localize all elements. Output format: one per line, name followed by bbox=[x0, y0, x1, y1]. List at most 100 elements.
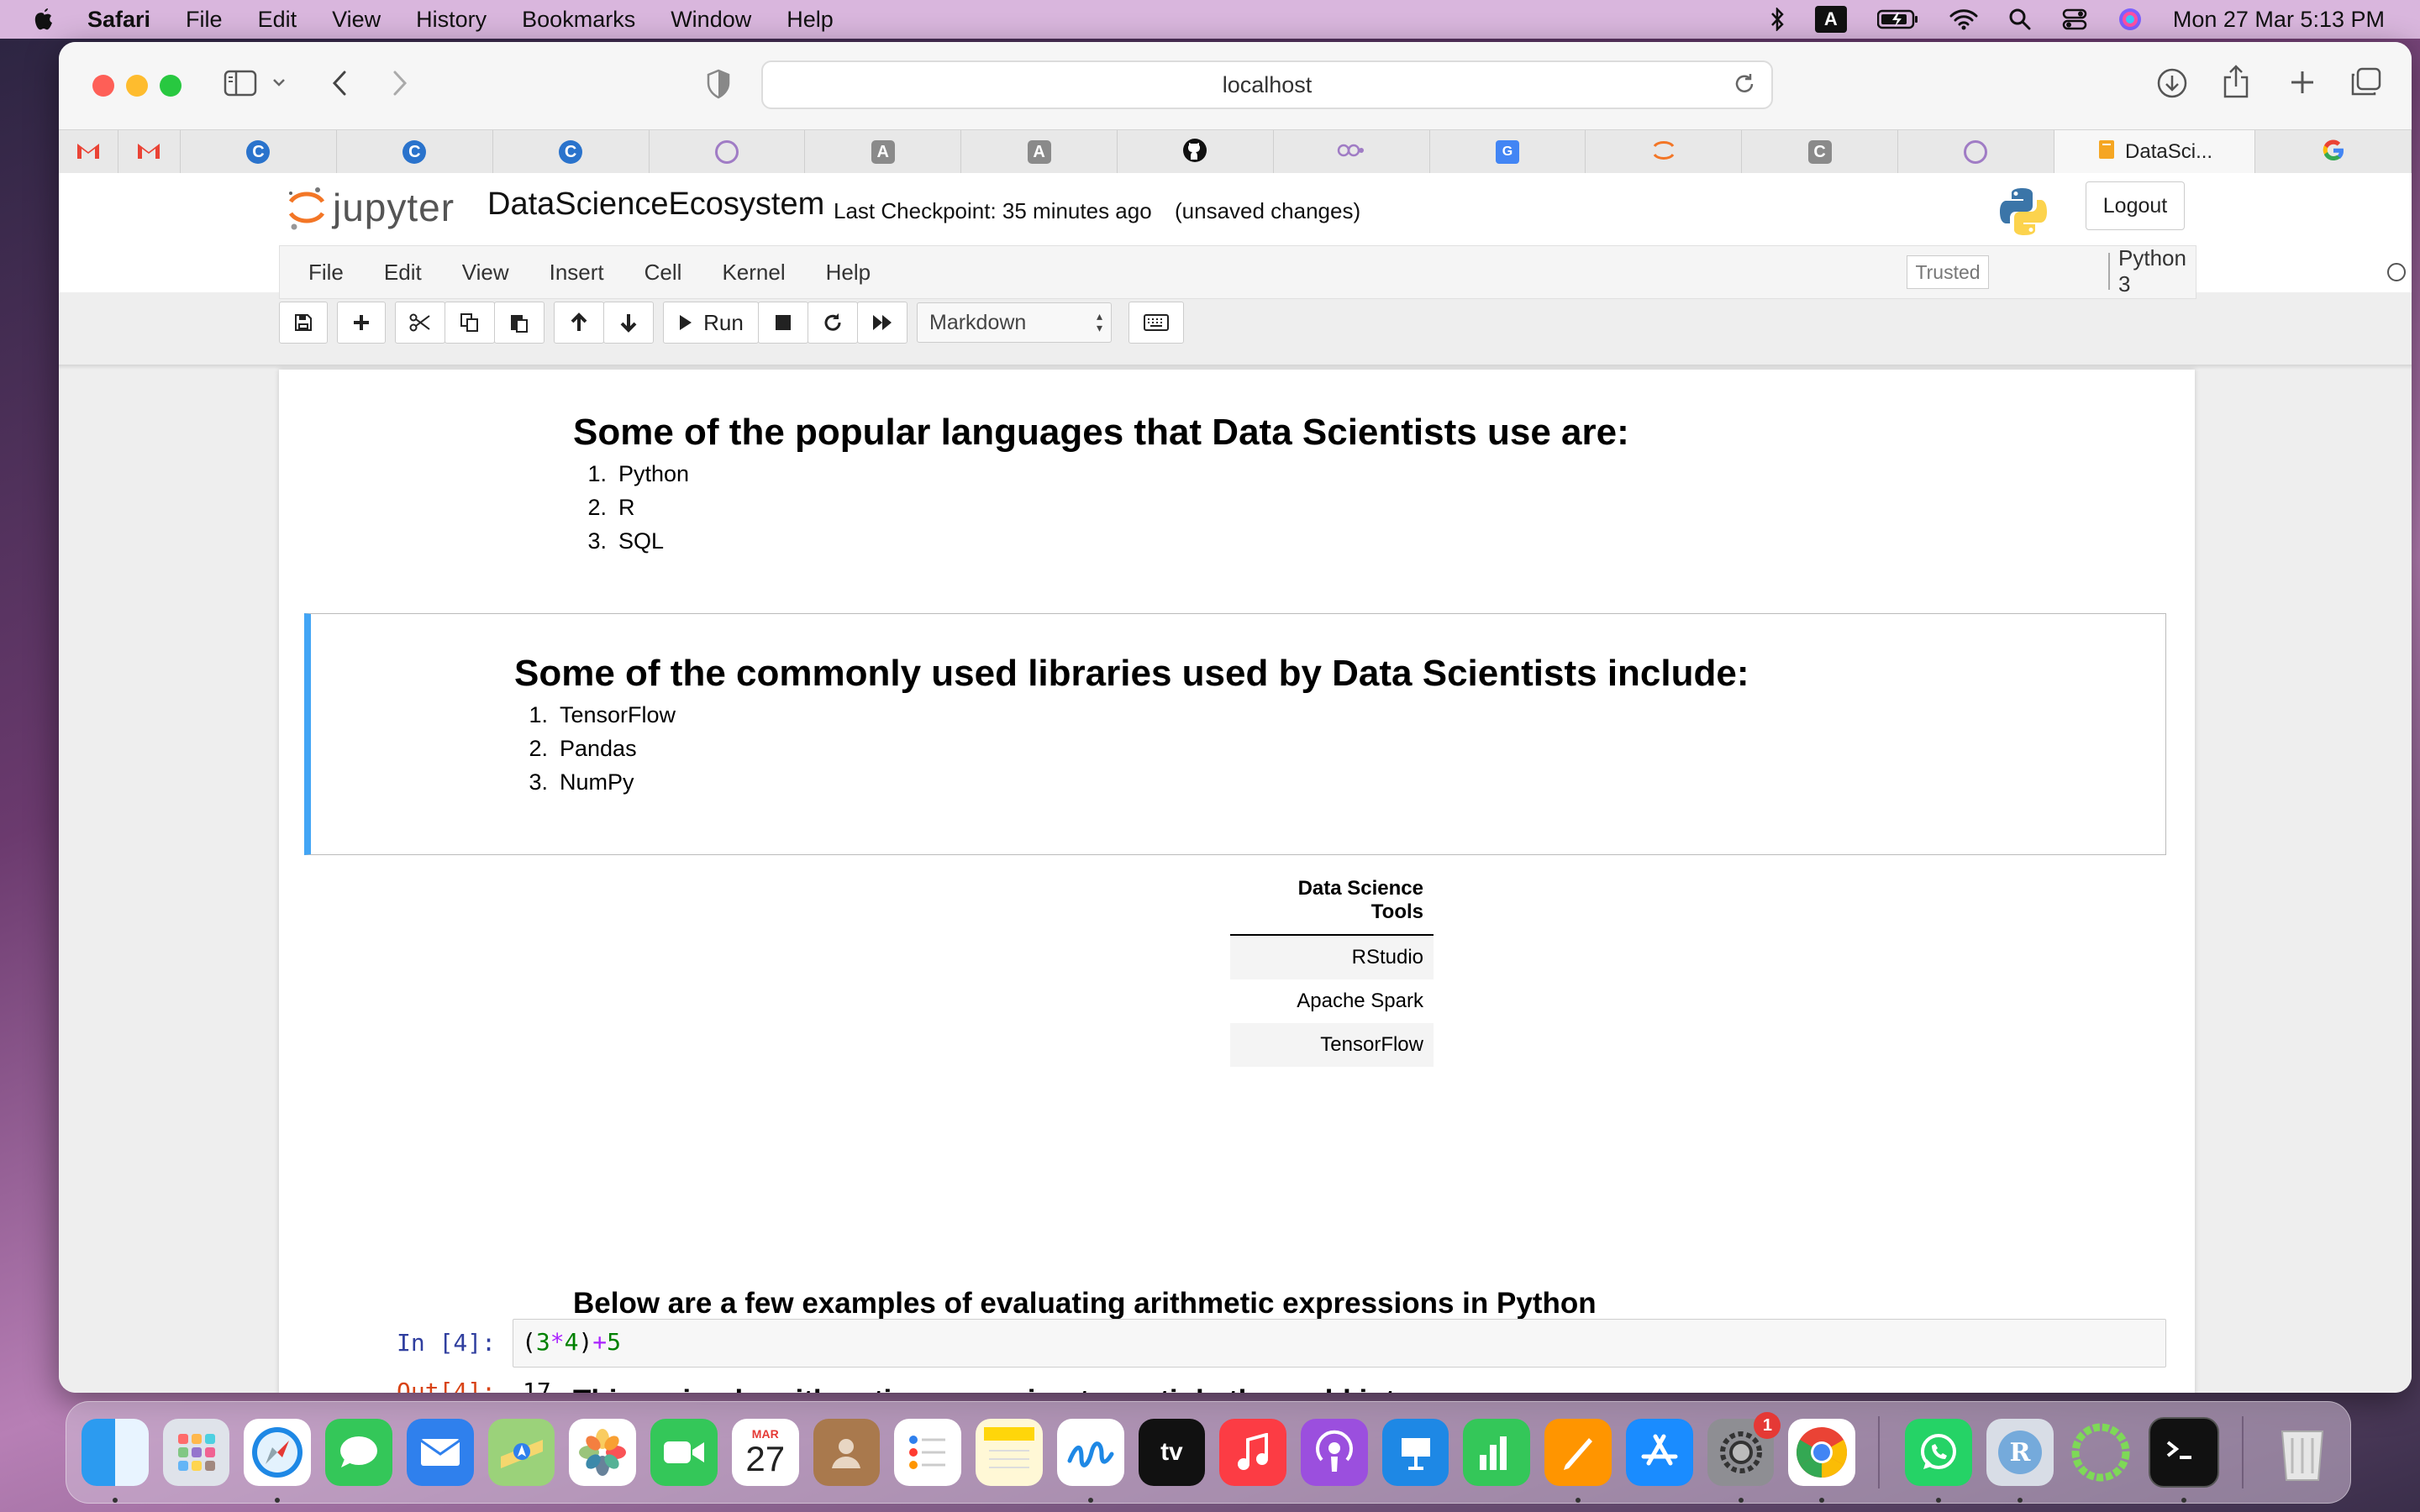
restart-run-all-button[interactable] bbox=[857, 302, 908, 344]
music-icon[interactable] bbox=[1219, 1419, 1287, 1486]
command-palette-button[interactable] bbox=[1128, 302, 1184, 344]
wifi-icon[interactable] bbox=[1949, 8, 1978, 30]
tab-translate[interactable]: G bbox=[1430, 130, 1586, 174]
nb-menu-view[interactable]: View bbox=[462, 260, 509, 286]
apple-logo-icon[interactable] bbox=[32, 6, 57, 33]
code-input[interactable]: (3*4)+5 bbox=[513, 1319, 2166, 1368]
tab-jupyter[interactable] bbox=[1586, 130, 1743, 174]
menu-bookmarks[interactable]: Bookmarks bbox=[522, 7, 635, 33]
address-bar[interactable]: localhost bbox=[761, 60, 1773, 109]
tab-openai-1[interactable] bbox=[650, 130, 806, 174]
close-window-button[interactable] bbox=[92, 75, 114, 97]
activity-ring-icon[interactable] bbox=[2068, 1419, 2135, 1486]
spotlight-search-icon[interactable] bbox=[2008, 8, 2032, 31]
nb-menu-edit[interactable]: Edit bbox=[384, 260, 422, 286]
trash-icon[interactable] bbox=[2269, 1419, 2336, 1486]
notebook-name[interactable]: DataScienceEcosystem bbox=[487, 186, 824, 223]
system-settings-icon[interactable]: 1 bbox=[1707, 1412, 1781, 1503]
menu-app-name[interactable]: Safari bbox=[87, 7, 150, 33]
privacy-shield-icon[interactable] bbox=[706, 69, 731, 99]
tab-coursera-3[interactable]: C bbox=[493, 130, 650, 174]
launchpad-icon[interactable] bbox=[162, 1419, 230, 1486]
contacts-icon[interactable] bbox=[813, 1419, 881, 1486]
chrome-icon[interactable] bbox=[1788, 1419, 1856, 1503]
photos-icon[interactable] bbox=[569, 1419, 637, 1486]
new-tab-icon[interactable] bbox=[2289, 69, 2316, 96]
menu-help[interactable]: Help bbox=[786, 7, 834, 33]
minimize-window-button[interactable] bbox=[126, 75, 148, 97]
cell-type-select[interactable]: Markdown ▴ ▾ bbox=[917, 302, 1112, 343]
tab-google[interactable] bbox=[2255, 130, 2412, 174]
tab-coursera-1[interactable]: C bbox=[181, 130, 337, 174]
whatsapp-icon[interactable] bbox=[1905, 1419, 1972, 1503]
calendar-icon[interactable]: MAR 27 bbox=[731, 1419, 799, 1486]
tab-c[interactable]: C bbox=[1742, 130, 1899, 174]
nb-menu-file[interactable]: File bbox=[308, 260, 344, 286]
nb-menu-help[interactable]: Help bbox=[826, 260, 871, 286]
menu-edit[interactable]: Edit bbox=[258, 7, 297, 33]
jupyter-logo[interactable]: jupyter bbox=[286, 183, 455, 232]
tab-github[interactable] bbox=[1118, 130, 1274, 174]
insert-cell-button[interactable] bbox=[337, 302, 386, 344]
tab-coursera-2[interactable]: C bbox=[337, 130, 493, 174]
messages-icon[interactable] bbox=[325, 1419, 392, 1486]
selected-markdown-cell[interactable]: Some of the commonly used libraries used… bbox=[304, 613, 2166, 855]
menu-view[interactable]: View bbox=[332, 7, 381, 33]
reminders-icon[interactable] bbox=[894, 1419, 962, 1486]
sidebar-toggle-icon[interactable] bbox=[224, 69, 257, 97]
control-center-icon[interactable] bbox=[2062, 8, 2087, 31]
keynote-icon[interactable] bbox=[1381, 1419, 1449, 1486]
menu-file[interactable]: File bbox=[186, 7, 223, 33]
tab-overview-icon[interactable] bbox=[2349, 67, 2381, 97]
tab-gmail-2[interactable] bbox=[118, 130, 182, 174]
tab-openai-2[interactable] bbox=[1898, 130, 2054, 174]
podcasts-icon[interactable] bbox=[1301, 1419, 1368, 1486]
paste-cell-button[interactable] bbox=[494, 302, 544, 344]
reload-icon[interactable] bbox=[1733, 72, 1756, 102]
interrupt-kernel-button[interactable] bbox=[758, 302, 808, 344]
tab-datascience-active[interactable]: DataSci... bbox=[2054, 130, 2256, 174]
restart-kernel-button[interactable] bbox=[808, 302, 858, 344]
zoom-window-button[interactable] bbox=[160, 75, 182, 97]
nb-menu-insert[interactable]: Insert bbox=[550, 260, 604, 286]
menu-history[interactable]: History bbox=[416, 7, 487, 33]
nb-menu-kernel[interactable]: Kernel bbox=[722, 260, 785, 286]
tab-a-1[interactable]: A bbox=[805, 130, 962, 174]
share-icon[interactable] bbox=[2222, 64, 2250, 99]
tab-dots[interactable] bbox=[1274, 130, 1430, 174]
freeform-icon[interactable] bbox=[1056, 1419, 1124, 1503]
battery-icon[interactable] bbox=[1876, 8, 1919, 30]
notes-icon[interactable] bbox=[976, 1419, 1043, 1486]
forward-arrow-icon[interactable] bbox=[390, 69, 410, 97]
downloads-icon[interactable] bbox=[2156, 67, 2188, 99]
tab-a-2[interactable]: A bbox=[961, 130, 1118, 174]
maps-icon[interactable] bbox=[487, 1419, 555, 1486]
move-cell-down-button[interactable] bbox=[603, 302, 654, 344]
logout-button[interactable]: Logout bbox=[2086, 181, 2185, 230]
chevron-down-icon[interactable] bbox=[272, 77, 286, 87]
input-source-icon[interactable]: A bbox=[1814, 6, 1847, 33]
facetime-icon[interactable] bbox=[650, 1419, 718, 1486]
move-cell-up-button[interactable] bbox=[554, 302, 604, 344]
kernel-name[interactable]: Python 3 bbox=[2108, 245, 2196, 297]
cut-cell-button[interactable] bbox=[395, 302, 445, 344]
apple-tv-icon[interactable]: tv bbox=[1138, 1419, 1206, 1486]
terminal-icon[interactable] bbox=[2149, 1417, 2220, 1503]
back-arrow-icon[interactable] bbox=[329, 69, 350, 97]
menu-clock[interactable]: Mon 27 Mar 5:13 PM bbox=[2173, 7, 2385, 33]
app-store-icon[interactable] bbox=[1625, 1419, 1693, 1486]
mail-icon[interactable] bbox=[406, 1419, 474, 1486]
menu-window[interactable]: Window bbox=[671, 7, 751, 33]
siri-icon[interactable] bbox=[2118, 7, 2143, 32]
bluetooth-icon[interactable] bbox=[1770, 8, 1785, 31]
trusted-indicator[interactable]: Trusted bbox=[1907, 255, 1989, 289]
copy-cell-button[interactable] bbox=[445, 302, 495, 344]
pages-icon[interactable] bbox=[1544, 1419, 1612, 1503]
save-button[interactable] bbox=[279, 302, 328, 344]
numbers-icon[interactable] bbox=[1463, 1419, 1531, 1486]
safari-dock-icon[interactable] bbox=[244, 1419, 312, 1503]
run-cell-button[interactable]: Run bbox=[663, 302, 759, 344]
finder-icon[interactable] bbox=[82, 1419, 149, 1503]
rstudio-icon[interactable]: R bbox=[1986, 1419, 2054, 1503]
nb-menu-cell[interactable]: Cell bbox=[644, 260, 682, 286]
